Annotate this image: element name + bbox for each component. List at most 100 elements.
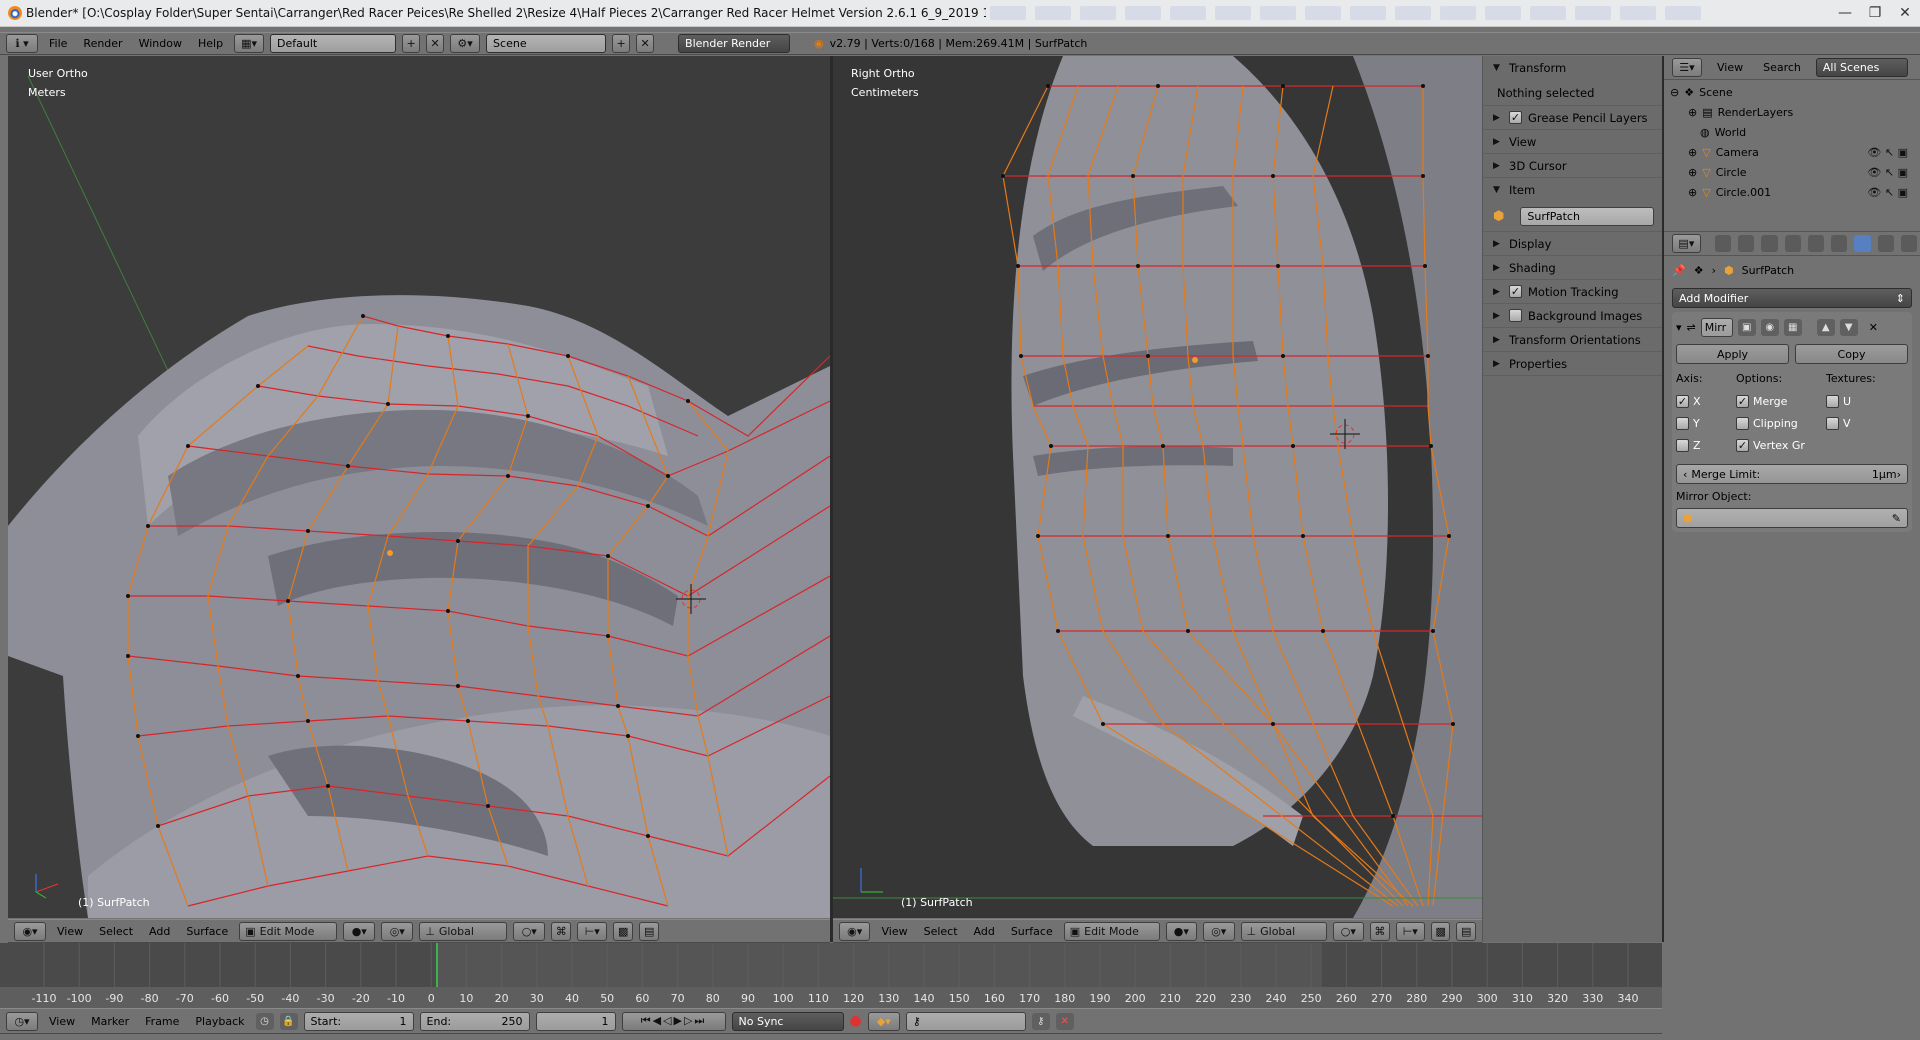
pivot-select[interactable]: ◎▾ xyxy=(381,921,414,941)
sync-mode-select[interactable]: No Sync xyxy=(731,1011,844,1031)
editor-type-timeline-button[interactable]: ◷▾ xyxy=(6,1011,38,1031)
keying-icon[interactable]: ◆▾ xyxy=(867,1011,900,1031)
outliner-item-circle-001[interactable]: ⊕ ▽ Circle.001 👁 ↖ ▣ xyxy=(1670,182,1920,202)
add-layout-button[interactable]: + xyxy=(402,34,421,53)
scene-field[interactable]: Scene xyxy=(486,34,607,53)
close-button[interactable]: ✕ xyxy=(1890,5,1920,21)
axis-x-option[interactable]: ✓ X xyxy=(1676,390,1736,412)
panel-transform[interactable]: ▼ Transform xyxy=(1483,56,1662,80)
snap-toggle-icon[interactable]: ⌘ xyxy=(551,921,572,941)
panel-properties[interactable]: ▶ Properties xyxy=(1483,352,1662,376)
menu-view[interactable]: View xyxy=(876,925,912,938)
maximize-button[interactable]: ❐ xyxy=(1860,5,1890,21)
clipping-option[interactable]: Clipping xyxy=(1736,412,1826,434)
transform-orientation-select[interactable]: ⊥ Global xyxy=(419,921,508,941)
menu-playback[interactable]: Playback xyxy=(190,1015,249,1028)
background-images-checkbox[interactable] xyxy=(1509,309,1522,322)
tab-world-icon[interactable] xyxy=(1784,235,1801,252)
move-down-icon[interactable]: ▼ xyxy=(1839,318,1858,336)
vertex-group-checkbox[interactable]: ✓ xyxy=(1736,438,1749,452)
scene-icon[interactable]: ⚙▾ xyxy=(450,34,481,53)
playback-controls[interactable]: ⏮◀◁▶▷⏭ xyxy=(621,1011,726,1031)
proportional-edit-select[interactable]: ○▾ xyxy=(1332,921,1365,941)
opengl-render-icon[interactable]: ▤ xyxy=(1456,921,1476,941)
editor-type-3dview-button[interactable]: ◉▾ xyxy=(839,921,871,941)
panel-item[interactable]: ▼ Item xyxy=(1483,178,1662,202)
clipping-checkbox[interactable] xyxy=(1736,416,1749,430)
tab-constraints-icon[interactable] xyxy=(1831,235,1848,252)
current-frame-field[interactable]: 1 xyxy=(535,1011,616,1031)
menu-view[interactable]: View xyxy=(1712,61,1748,74)
visibility-eye-icon[interactable]: 👁 ↖ ▣ xyxy=(1867,146,1908,159)
record-icon[interactable]: ● xyxy=(850,1013,862,1029)
texture-v-option[interactable]: V xyxy=(1826,412,1896,434)
mode-select[interactable]: ▣ Edit Mode xyxy=(239,921,338,941)
panel-3d-cursor[interactable]: ▶ 3D Cursor xyxy=(1483,154,1662,178)
render-engine-select[interactable]: Blender Render xyxy=(678,34,791,53)
outliner-item-scene[interactable]: ⊖ ❖ Scene xyxy=(1670,82,1920,102)
motion-tracking-checkbox[interactable]: ✓ xyxy=(1509,285,1522,298)
menu-marker[interactable]: Marker xyxy=(86,1015,134,1028)
menu-frame[interactable]: Frame xyxy=(140,1015,184,1028)
viewport-left[interactable]: User Ortho Meters (1) SurfPatch xyxy=(8,56,830,918)
panel-motion-tracking[interactable]: ▶ ✓ Motion Tracking xyxy=(1483,280,1662,304)
menu-file[interactable]: File xyxy=(44,37,72,50)
transform-orientation-select[interactable]: ⊥ Global xyxy=(1240,921,1327,941)
menu-surface[interactable]: Surface xyxy=(1006,925,1058,938)
outliner-item-camera[interactable]: ⊕ ▽ Camera 👁 ↖ ▣ xyxy=(1670,142,1920,162)
panel-transform-orientations[interactable]: ▶ Transform Orientations xyxy=(1483,328,1662,352)
collapse-arrow-icon[interactable]: ▾ xyxy=(1676,321,1682,334)
axis-y-option[interactable]: Y xyxy=(1676,412,1736,434)
axis-y-checkbox[interactable] xyxy=(1676,416,1689,430)
editor-type-properties-button[interactable]: ▤▾ xyxy=(1672,234,1701,253)
panel-view[interactable]: ▶ View xyxy=(1483,130,1662,154)
menu-add[interactable]: Add xyxy=(144,925,175,938)
remove-scene-button[interactable]: ✕ xyxy=(636,34,655,53)
panel-background-images[interactable]: ▶ Background Images xyxy=(1483,304,1662,328)
viewport-right[interactable]: Right Ortho Centimeters (1) SurfPatch xyxy=(833,56,1482,918)
lock-icon[interactable]: 🔒 xyxy=(279,1012,298,1030)
tab-render-icon[interactable] xyxy=(1714,235,1732,252)
tab-data-icon[interactable] xyxy=(1877,235,1894,252)
delete-keyframe-icon[interactable]: ✕ xyxy=(1055,1012,1074,1030)
editor-type-info-button[interactable]: ℹ ▾ xyxy=(6,34,38,53)
panel-shading[interactable]: ▶ Shading xyxy=(1483,256,1662,280)
snap-toggle-icon[interactable]: ⌘ xyxy=(1370,921,1390,941)
remove-layout-button[interactable]: ✕ xyxy=(426,34,445,53)
add-modifier-select[interactable]: Add Modifier ⇕ xyxy=(1672,288,1912,308)
menu-render[interactable]: Render xyxy=(78,37,127,50)
decrement-arrow-icon[interactable]: ‹ xyxy=(1683,468,1687,481)
menu-add[interactable]: Add xyxy=(969,925,1000,938)
start-frame-field[interactable]: Start: 1 xyxy=(303,1011,414,1031)
keying-set-field[interactable]: ⚷ xyxy=(905,1011,1026,1031)
editor-type-outliner-button[interactable]: ☰▾ xyxy=(1672,58,1702,77)
axis-x-checkbox[interactable]: ✓ xyxy=(1676,394,1689,408)
tab-object-icon[interactable] xyxy=(1807,235,1825,252)
merge-limit-field[interactable]: ‹ Merge Limit: 1µm › xyxy=(1676,464,1908,484)
preview-range-icon[interactable]: ◷ xyxy=(255,1012,274,1030)
move-up-icon[interactable]: ▲ xyxy=(1816,318,1835,336)
mode-select[interactable]: ▣ Edit Mode xyxy=(1063,921,1160,941)
menu-select[interactable]: Select xyxy=(94,925,138,938)
opengl-render-icon[interactable]: ▤ xyxy=(639,921,660,941)
texture-v-checkbox[interactable] xyxy=(1826,416,1839,430)
menu-view[interactable]: View xyxy=(52,925,88,938)
snap-element-select[interactable]: ⊢▾ xyxy=(577,921,608,941)
texture-u-option[interactable]: U xyxy=(1826,390,1896,412)
modifier-name-field[interactable]: Mirr xyxy=(1700,317,1733,337)
menu-select[interactable]: Select xyxy=(919,925,963,938)
menu-help[interactable]: Help xyxy=(193,37,228,50)
pin-icon[interactable]: 📌 xyxy=(1672,264,1686,277)
menu-window[interactable]: Window xyxy=(134,37,187,50)
minimize-button[interactable]: — xyxy=(1830,5,1860,21)
pivot-select[interactable]: ◎▾ xyxy=(1203,921,1235,941)
render-camera-icon[interactable]: ▩ xyxy=(613,921,634,941)
axis-z-option[interactable]: Z xyxy=(1676,434,1736,456)
shading-select[interactable]: ●▾ xyxy=(1165,921,1198,941)
tab-render-layers-icon[interactable] xyxy=(1738,235,1755,252)
editor-type-3dview-button[interactable]: ◉▾ xyxy=(14,921,46,941)
merge-checkbox[interactable]: ✓ xyxy=(1736,394,1749,408)
end-frame-field[interactable]: End: 250 xyxy=(419,1011,530,1031)
insert-keyframe-icon[interactable]: ⚷ xyxy=(1031,1012,1050,1030)
menu-surface[interactable]: Surface xyxy=(181,925,233,938)
